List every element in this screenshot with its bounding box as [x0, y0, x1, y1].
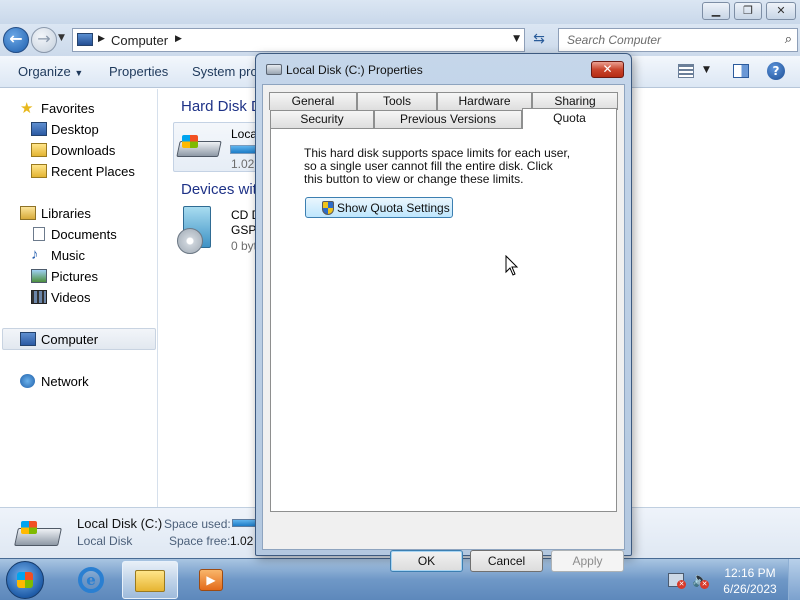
maximize-button[interactable]: ❐ — [734, 2, 762, 20]
tab-hardware[interactable]: Hardware — [437, 92, 532, 110]
hard-disk-group-header[interactable]: Hard Disk D — [181, 98, 262, 115]
minimize-button[interactable]: ▁ — [702, 2, 730, 20]
view-dropdown-icon[interactable]: ▼ — [703, 65, 710, 75]
clock-time[interactable]: 12:16 PM — [720, 566, 780, 580]
space-used-bar — [232, 519, 256, 527]
ok-button[interactable]: OK — [390, 550, 463, 572]
preview-pane-icon[interactable] — [733, 64, 749, 78]
tab-tools[interactable]: Tools — [357, 92, 437, 110]
folder-icon — [135, 570, 165, 592]
clock-date[interactable]: 6/26/2023 — [718, 582, 782, 596]
libraries-icon — [20, 206, 36, 220]
properties-button[interactable]: Properties — [109, 64, 168, 79]
drive-icon — [266, 64, 282, 75]
local-disk-size: 1.02 — [231, 157, 255, 171]
properties-dialog: Local Disk (C:) Properties ✕ General Too… — [255, 53, 632, 572]
quota-tab-panel: This hard disk supports space limits for… — [270, 128, 617, 512]
explorer-title-bar[interactable]: ▁ ❐ ✕ — [0, 0, 800, 24]
tab-general[interactable]: General — [269, 92, 357, 110]
computer-icon — [77, 33, 93, 46]
tab-previous-versions[interactable]: Previous Versions — [374, 110, 522, 128]
music-icon: ♪ — [31, 246, 39, 263]
downloads-folder-icon — [31, 143, 47, 157]
navigation-pane: ★ Favorites Desktop Downloads Recent Pla… — [0, 89, 158, 507]
devices-group-header[interactable]: Devices wit — [181, 181, 257, 198]
details-drive-type: Local Disk — [77, 534, 133, 548]
address-bar-area: ← → ▼ ▶ Computer ▶ ▼ ⇆ Search Computer ⌕ — [0, 24, 800, 56]
show-quota-settings-label: Show Quota Settings — [337, 201, 450, 215]
breadcrumb-arrow-icon[interactable]: ▶ — [98, 34, 105, 44]
dialog-title: Local Disk (C:) Properties — [286, 63, 423, 77]
search-input[interactable]: Search Computer ⌕ — [558, 28, 798, 52]
space-free-label: Space free: — [169, 534, 231, 548]
refresh-icon[interactable]: ⇆ — [527, 28, 551, 52]
search-placeholder: Search Computer — [567, 33, 662, 47]
network-icon — [20, 374, 35, 388]
hard-drive-icon — [14, 520, 64, 550]
details-drive-name: Local Disk (C:) — [77, 516, 163, 531]
forward-button[interactable]: → — [31, 27, 57, 53]
windows-explorer-taskbar-button[interactable] — [122, 561, 178, 599]
space-used-label: Space used: — [164, 517, 231, 531]
tab-quota[interactable]: Quota — [522, 108, 617, 129]
address-dropdown-icon[interactable]: ▼ — [513, 34, 520, 44]
internet-explorer-taskbar-button[interactable]: e — [64, 561, 118, 599]
show-desktop-button[interactable] — [788, 559, 800, 600]
documents-icon — [33, 227, 45, 241]
star-icon: ★ — [20, 100, 34, 117]
hard-drive-icon — [176, 135, 224, 161]
address-box[interactable]: ▶ Computer ▶ ▼ — [72, 28, 525, 52]
recent-places-icon — [31, 164, 47, 178]
videos-icon — [31, 290, 47, 304]
help-icon[interactable]: ? — [767, 62, 785, 80]
pictures-icon — [31, 269, 47, 283]
network-error-icon: ✕ — [677, 580, 686, 589]
space-free-value: 1.02 — [230, 534, 254, 548]
dialog-body: General Tools Hardware Sharing Security … — [262, 84, 625, 572]
explorer-close-button[interactable]: ✕ — [766, 2, 796, 20]
uac-shield-icon — [322, 201, 334, 215]
cd-drive-size: 0 byt — [231, 239, 258, 253]
tab-security[interactable]: Security — [270, 110, 374, 128]
media-player-icon: ▶ — [199, 569, 223, 591]
cd-drive-icon[interactable] — [177, 206, 217, 256]
start-button[interactable] — [6, 561, 44, 599]
change-view-icon[interactable] — [678, 64, 694, 78]
computer-icon — [20, 332, 36, 346]
cancel-button[interactable]: Cancel — [470, 550, 543, 572]
apply-button[interactable]: Apply — [551, 550, 624, 572]
recent-pages-dropdown[interactable]: ▼ — [58, 33, 65, 43]
show-quota-settings-button[interactable]: Show Quota Settings — [305, 197, 453, 218]
internet-explorer-icon: e — [78, 567, 104, 593]
dialog-close-button[interactable]: ✕ — [591, 61, 624, 78]
local-disk-tile[interactable]: Local 1.02 — [173, 122, 268, 172]
address-path[interactable]: Computer — [111, 33, 168, 48]
breadcrumb-arrow-icon[interactable]: ▶ — [175, 34, 182, 44]
search-icon[interactable]: ⌕ — [785, 32, 792, 47]
back-button[interactable]: ← — [3, 27, 29, 53]
mouse-cursor-icon — [505, 255, 519, 276]
windows-logo-icon — [17, 572, 33, 588]
media-player-taskbar-button[interactable]: ▶ — [184, 561, 238, 599]
organize-menu[interactable]: Organize ▼ — [18, 64, 83, 79]
desktop-icon — [31, 122, 47, 136]
quota-description: This hard disk supports space limits for… — [304, 146, 571, 186]
volume-muted-icon: ✕ — [700, 580, 709, 589]
